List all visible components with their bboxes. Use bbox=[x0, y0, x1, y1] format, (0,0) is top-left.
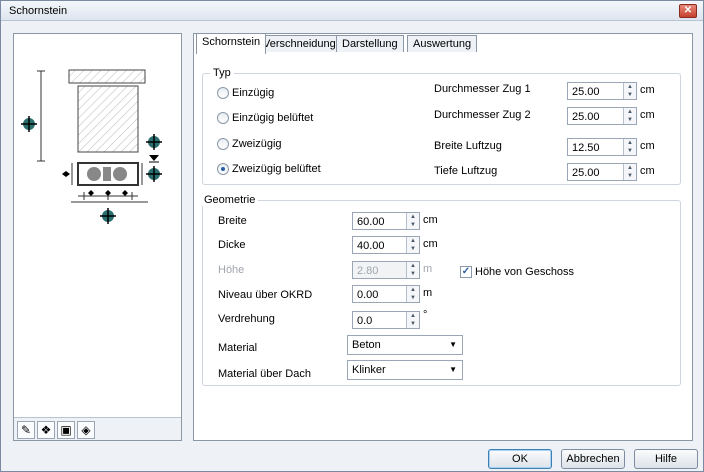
geometrie-group-title: Geometrie bbox=[201, 194, 259, 206]
radio-zweizuegig[interactable] bbox=[217, 138, 229, 150]
material-select[interactable]: Beton ▼ bbox=[347, 335, 463, 355]
dicke-unit: cm bbox=[423, 238, 438, 250]
durchmesser-zug2-unit: cm bbox=[640, 109, 655, 121]
image-icon[interactable]: ▣ bbox=[57, 421, 75, 439]
hoehe-von-geschoss-label: Höhe von Geschoss bbox=[475, 266, 575, 278]
chimney-preview bbox=[21, 69, 162, 224]
radio-zweizuegig-belueftet[interactable] bbox=[217, 163, 229, 175]
radio-einzuegig[interactable] bbox=[217, 87, 229, 99]
hoehe-unit: m bbox=[423, 263, 433, 275]
breite-unit: cm bbox=[423, 214, 438, 226]
hoehe-input: 2.80 ▲ ▼ bbox=[352, 261, 420, 279]
typ-group-title: Typ bbox=[210, 67, 234, 79]
breite-input[interactable]: 60.00 ▲ ▼ bbox=[352, 212, 420, 230]
chevron-down-icon: ▼ bbox=[449, 365, 457, 374]
niveau-input[interactable]: 0.00 ▲ ▼ bbox=[352, 285, 420, 303]
eraser-icon[interactable]: ◈ bbox=[77, 421, 95, 439]
tiefe-luftzug-unit: cm bbox=[640, 165, 655, 177]
durchmesser-zug1-label: Durchmesser Zug 1 bbox=[434, 83, 531, 95]
spin-buttons: ▲ ▼ bbox=[406, 262, 419, 278]
spin-buttons[interactable]: ▲ ▼ bbox=[406, 312, 419, 328]
breite-luftzug-input[interactable]: 12.50 ▲ ▼ bbox=[567, 138, 637, 156]
chevron-down-icon: ▼ bbox=[449, 340, 457, 349]
niveau-unit: m bbox=[423, 287, 433, 299]
layers-icon[interactable]: ❖ bbox=[37, 421, 55, 439]
spin-buttons[interactable]: ▲ ▼ bbox=[623, 83, 636, 99]
window-title: Schornstein bbox=[9, 5, 68, 17]
verdrehung-label: Verdrehung bbox=[218, 313, 275, 325]
radio-einzuegig-belueftet-label: Einzügig belüftet bbox=[232, 112, 314, 124]
tab-verschneidung[interactable]: Verschneidung bbox=[257, 35, 342, 52]
dialog-window: Schornstein ✕ ✎ ❖ ▣ ◈ Schornstein Versch… bbox=[0, 0, 704, 472]
spin-buttons[interactable]: ▲ ▼ bbox=[623, 164, 636, 180]
durchmesser-zug2-input[interactable]: 25.00 ▲ ▼ bbox=[567, 107, 637, 125]
verdrehung-input[interactable]: 0.0 ▲ ▼ bbox=[352, 311, 420, 329]
spin-buttons[interactable]: ▲ ▼ bbox=[406, 237, 419, 253]
breite-label: Breite bbox=[218, 215, 247, 227]
help-button[interactable]: Hilfe bbox=[634, 449, 698, 469]
radio-einzuegig-belueftet[interactable] bbox=[217, 112, 229, 124]
durchmesser-zug1-input[interactable]: 25.00 ▲ ▼ bbox=[567, 82, 637, 100]
material-dach-select[interactable]: Klinker ▼ bbox=[347, 360, 463, 380]
radio-einzuegig-label: Einzügig bbox=[232, 87, 275, 99]
spin-buttons[interactable]: ▲ ▼ bbox=[406, 213, 419, 229]
edit-icon[interactable]: ✎ bbox=[17, 421, 35, 439]
tab-schornstein[interactable]: Schornstein bbox=[196, 33, 267, 54]
material-label: Material bbox=[218, 342, 258, 354]
hoehe-label: Höhe bbox=[218, 264, 245, 276]
close-button[interactable]: ✕ bbox=[679, 4, 697, 18]
tab-darstellung[interactable]: Darstellung bbox=[336, 35, 404, 52]
durchmesser-zug1-unit: cm bbox=[640, 84, 655, 96]
niveau-label: Niveau über OKRD bbox=[218, 289, 313, 301]
preview-toolbar: ✎ ❖ ▣ ◈ bbox=[14, 417, 181, 440]
hoehe-von-geschoss-checkbox[interactable]: ✓ bbox=[460, 266, 472, 278]
title-bar: Schornstein ✕ bbox=[1, 1, 703, 21]
tab-auswertung[interactable]: Auswertung bbox=[407, 35, 478, 52]
spin-buttons[interactable]: ▲ ▼ bbox=[623, 139, 636, 155]
breite-luftzug-label: Breite Luftzug bbox=[434, 140, 502, 152]
ok-button[interactable]: OK bbox=[488, 449, 552, 469]
tiefe-luftzug-input[interactable]: 25.00 ▲ ▼ bbox=[567, 163, 637, 181]
tiefe-luftzug-label: Tiefe Luftzug bbox=[434, 165, 498, 177]
breite-luftzug-unit: cm bbox=[640, 140, 655, 152]
verdrehung-unit: ° bbox=[423, 309, 428, 321]
spin-buttons[interactable]: ▲ ▼ bbox=[406, 286, 419, 302]
preview-panel: ✎ ❖ ▣ ◈ bbox=[13, 33, 182, 441]
dicke-input[interactable]: 40.00 ▲ ▼ bbox=[352, 236, 420, 254]
radio-zweizuegig-belueftet-label: Zweizügig belüftet bbox=[232, 163, 321, 175]
material-dach-label: Material über Dach bbox=[218, 368, 311, 380]
cancel-button[interactable]: Abbrechen bbox=[561, 449, 625, 469]
spin-buttons[interactable]: ▲ ▼ bbox=[623, 108, 636, 124]
dicke-label: Dicke bbox=[218, 239, 246, 251]
radio-zweizuegig-label: Zweizügig bbox=[232, 138, 282, 150]
durchmesser-zug2-label: Durchmesser Zug 2 bbox=[434, 109, 531, 121]
